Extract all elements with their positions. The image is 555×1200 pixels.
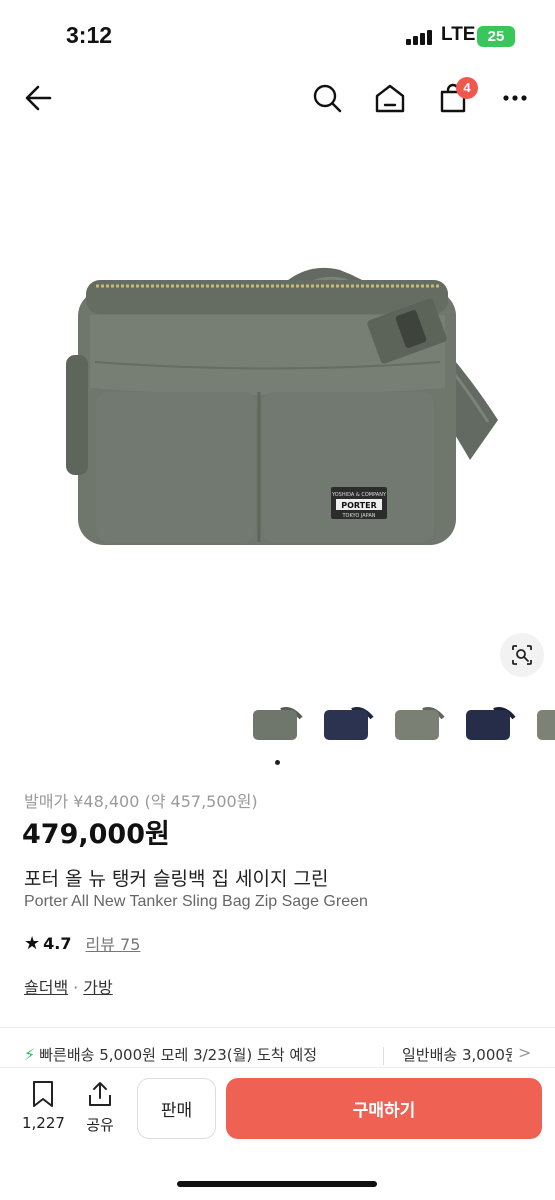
thumbnail-3[interactable] [389,700,447,750]
back-button[interactable] [17,76,61,120]
category-link-bag[interactable]: 가방 [83,978,112,997]
more-dots-icon [503,95,527,101]
share-label: 공유 [86,1116,114,1134]
search-icon [313,84,342,113]
status-bar: 3:12 LTE 25 [0,0,555,70]
home-button[interactable] [368,76,412,120]
lightning-icon: ⚡ [24,1045,36,1064]
normal-shipping-text[interactable]: 일반배송 3,000원 [402,1044,512,1065]
bag-label-bottom: TOKYO JAPAN [341,513,375,519]
rating-row: ★ 4.7 리뷰 75 [24,931,140,955]
chevron-right-icon[interactable]: > [518,1044,531,1062]
wishlist-count: 1,227 [22,1114,65,1132]
network-type: LTE [441,24,476,45]
review-link[interactable]: 리뷰 75 [85,931,140,955]
signal-icon [406,29,434,45]
thumbnail-2[interactable] [318,700,376,750]
thumbnail-5[interactable] [531,700,555,750]
sell-button[interactable]: 판매 [137,1078,216,1139]
product-title-ko: 포터 올 뉴 탱커 슬링백 집 세이지 그린 [24,868,329,890]
product-title-en: Porter All New Tanker Sling Bag Zip Sage… [24,893,368,910]
rating-score: 4.7 [43,933,72,953]
wishlist-button[interactable]: 1,227 [22,1080,65,1132]
bag-label-main: PORTER [341,501,377,510]
thumb-4-bag [466,710,510,740]
image-search-button[interactable] [500,633,544,677]
product-image[interactable]: YOSHIDA & COMPANY PORTER TOKYO JAPAN [0,130,555,700]
cart-count-badge: 4 [456,77,478,99]
home-indicator [177,1181,377,1187]
image-search-icon [512,645,532,665]
release-price: 발매가 ¥48,400 (약 457,500원) [24,792,258,811]
thumb-5-bag [537,710,555,740]
bag-label-top: YOSHIDA & COMPANY [331,492,387,498]
thumbnail-1[interactable] [247,700,305,750]
share-button[interactable]: 공유 [80,1080,120,1135]
buy-button[interactable]: 구매하기 [226,1078,542,1139]
breadcrumb-separator: · [73,978,79,997]
gallery-page-indicator [275,760,280,765]
thumb-3-bag [395,710,439,740]
section-divider [0,1027,555,1028]
share-icon [89,1082,111,1106]
battery-level: 25 [487,28,505,45]
category-breadcrumb: 숄더백 · 가방 [24,974,113,998]
thumb-2-bag [324,710,368,740]
search-button[interactable] [305,76,349,120]
home-icon [375,84,405,113]
arrow-left-icon [25,85,52,111]
bookmark-icon [33,1081,53,1107]
shipping-divider [383,1047,384,1065]
bag-illustration: YOSHIDA & COMPANY PORTER TOKYO JAPAN [66,267,498,545]
fast-shipping-option[interactable]: ⚡ 빠른배송 5,000원 모레 3/23(월) 도착 예정 [24,1044,317,1065]
more-button[interactable] [493,76,537,120]
battery-icon: 25 [477,26,515,47]
thumb-1-bag [253,710,297,740]
thumbnail-4[interactable] [460,700,518,750]
product-price: 479,000원 [22,819,170,850]
status-time: 3:12 [66,22,113,48]
fast-shipping-text: 빠른배송 5,000원 모레 3/23(월) 도착 예정 [39,1046,318,1064]
thumbnail-strip [0,700,555,750]
star-icon: ★ [24,932,41,954]
category-link-shoulder-bag[interactable]: 숄더백 [24,978,68,997]
